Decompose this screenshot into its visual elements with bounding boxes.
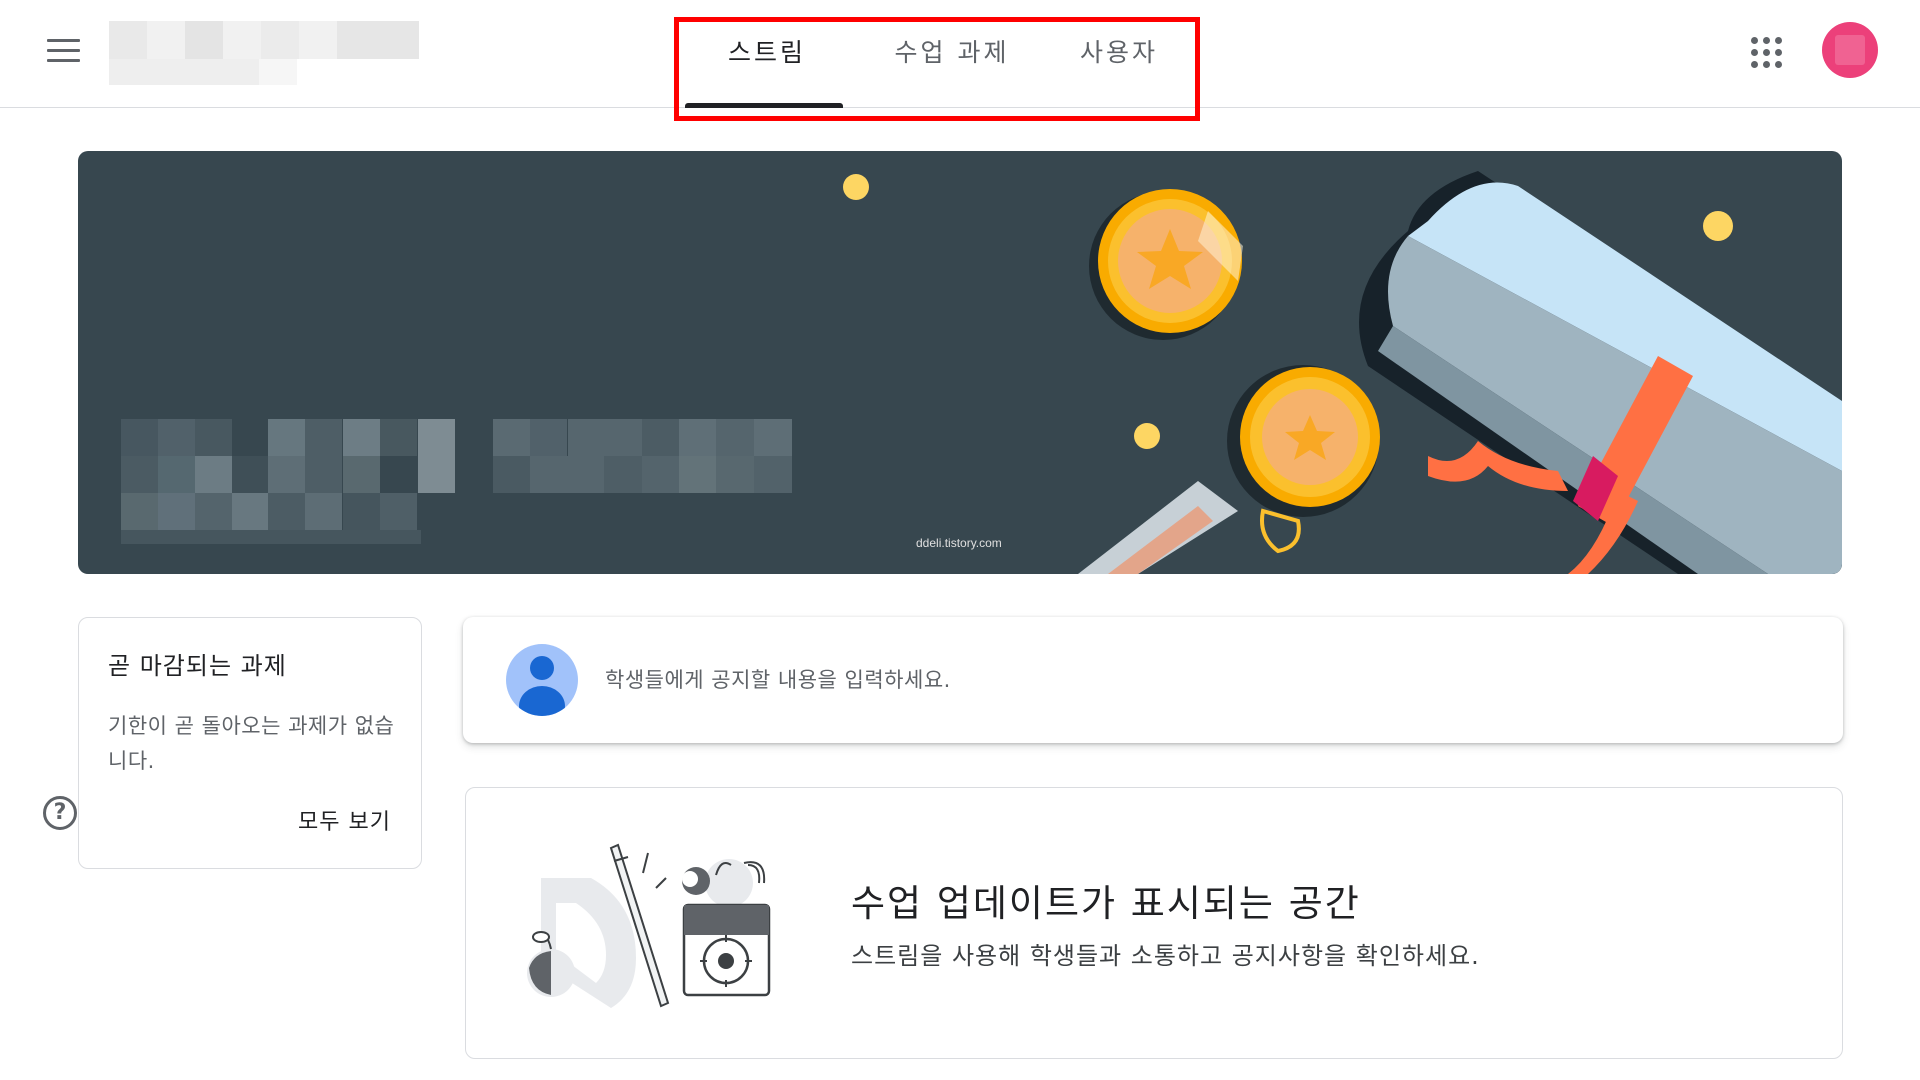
class-banner: ddeli.tistory.com <box>78 151 1842 574</box>
diploma-scroll-icon <box>1359 171 1842 574</box>
tab-bar: 스트림 수업 과제 사용자 <box>674 17 1200 121</box>
announce-placeholder: 학생들에게 공지할 내용을 입력하세요. <box>605 668 951 692</box>
upcoming-work-card: 곧 마감되는 과제 기한이 곧 돌아오는 과제가 없습니다. 모두 보기 <box>78 617 422 869</box>
empty-state-subtitle: 스트림을 사용해 학생들과 소통하고 공지사항을 확인하세요. <box>851 942 1480 970</box>
upcoming-empty-text: 기한이 곧 돌아오는 과제가 없습니다. <box>108 714 395 773</box>
user-avatar[interactable] <box>1822 22 1878 78</box>
stream-empty-illustration <box>527 843 771 1008</box>
tab-label: 수업 과제 <box>894 38 1010 67</box>
class-name-blurred[interactable] <box>109 21 419 85</box>
tab-label: 사용자 <box>1079 38 1158 67</box>
view-all-link[interactable]: 모두 보기 <box>298 804 391 836</box>
active-tab-indicator <box>685 103 843 108</box>
menu-icon[interactable] <box>38 30 88 70</box>
medal-with-ribbon-icon <box>1078 365 1380 574</box>
upcoming-title: 곧 마감되는 과제 <box>108 652 287 680</box>
announce-box[interactable]: 학생들에게 공지할 내용을 입력하세요. <box>463 617 1843 743</box>
top-app-bar: 스트림 수업 과제 사용자 <box>0 0 1920 121</box>
tab-label: 스트림 <box>727 38 806 67</box>
gold-dot <box>1134 423 1160 449</box>
empty-state-title: 수업 업데이트가 표시되는 공간 <box>851 882 1361 925</box>
tab-stream[interactable]: 스트림 <box>699 33 835 109</box>
gold-dot <box>1703 211 1733 241</box>
stream-empty-state: 수업 업데이트가 표시되는 공간 스트림을 사용해 학생들과 소통하고 공지사항… <box>465 787 1843 1059</box>
gold-dot <box>843 174 869 200</box>
banner-watermark: ddeli.tistory.com <box>916 536 1002 550</box>
tab-classwork[interactable]: 수업 과제 <box>877 33 1027 109</box>
medal-icon <box>1089 189 1243 340</box>
tab-people[interactable]: 사용자 <box>1059 33 1179 109</box>
user-avatar-icon <box>506 644 578 716</box>
apps-grid-icon[interactable] <box>1748 34 1784 70</box>
help-icon[interactable]: ? <box>43 796 77 830</box>
banner-illustration <box>843 171 1842 574</box>
